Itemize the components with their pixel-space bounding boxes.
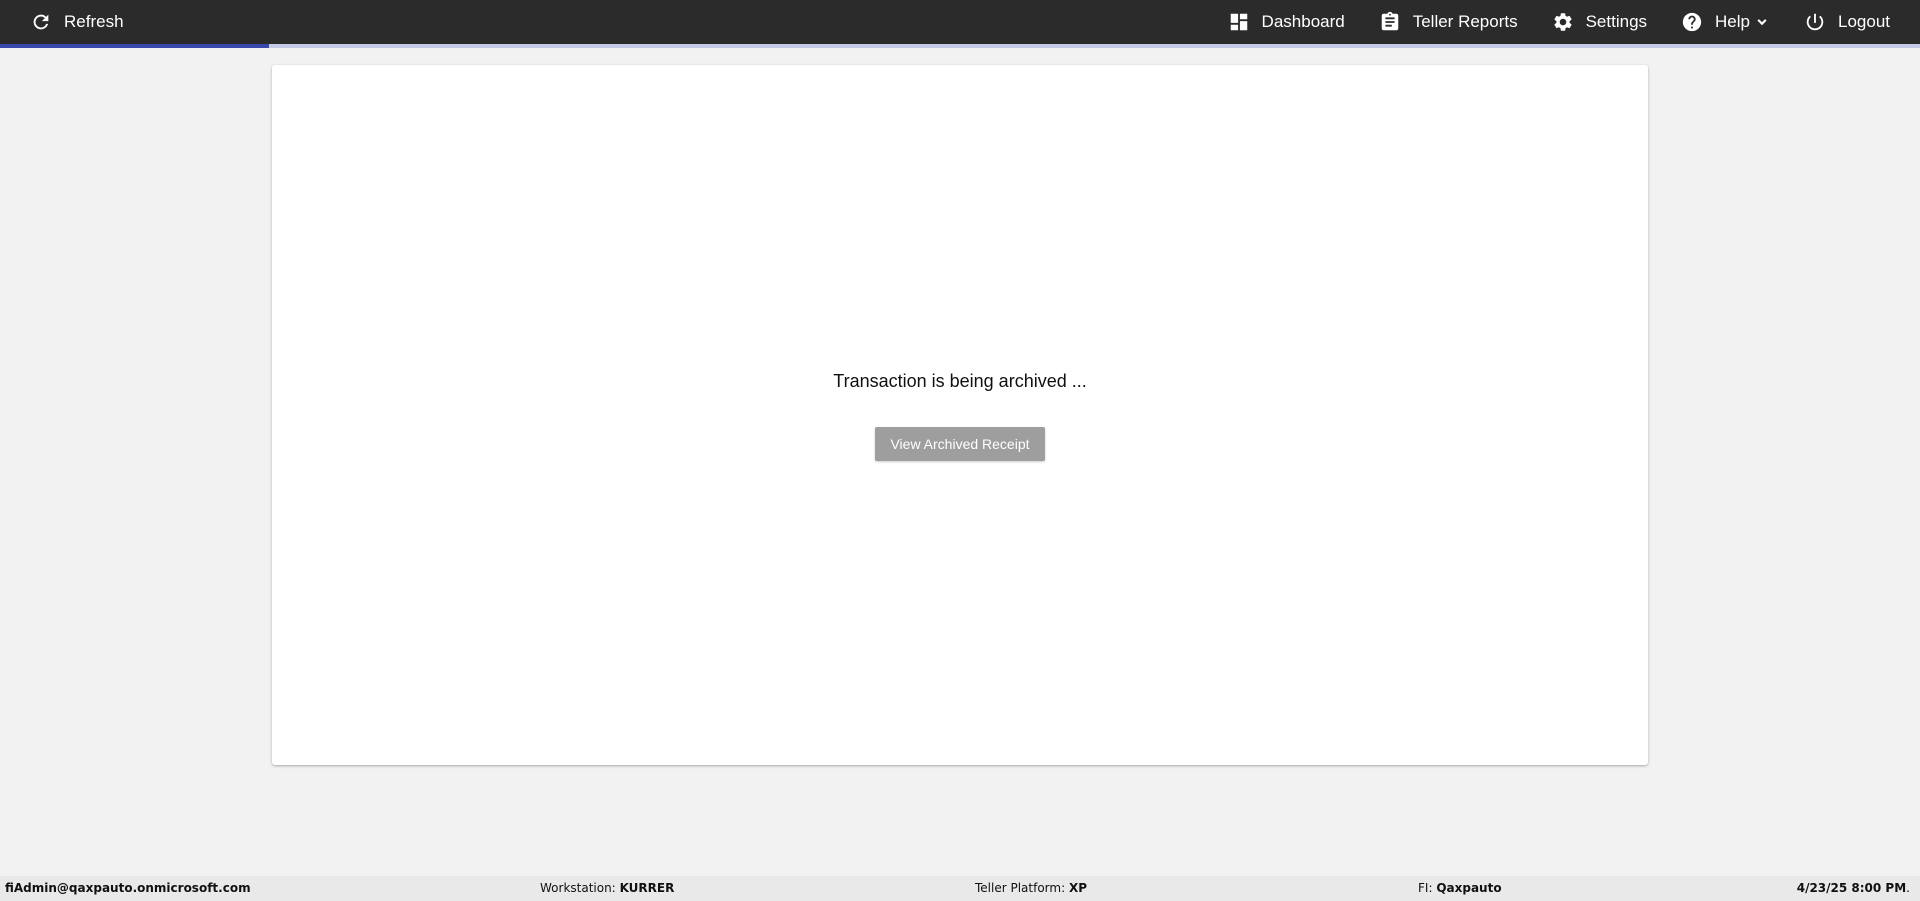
top-navigation-bar: Refresh Dashboard Teller Reports Setting… (0, 0, 1920, 44)
footer-teller-platform: Teller Platform: XP (975, 881, 1087, 895)
help-circle-icon (1681, 11, 1703, 33)
settings-link[interactable]: Settings (1552, 0, 1647, 44)
nav-right-group: Dashboard Teller Reports Settings Help L… (1194, 0, 1890, 44)
settings-label: Settings (1585, 12, 1648, 31)
logout-label: Logout (1838, 12, 1890, 31)
dashboard-link[interactable]: Dashboard (1228, 0, 1345, 44)
dashboard-label: Dashboard (1261, 12, 1345, 31)
footer-user: fiAdmin@qaxpauto.onmicrosoft.com (5, 881, 251, 895)
teller-reports-link[interactable]: Teller Reports (1379, 0, 1518, 44)
logout-button[interactable]: Logout (1804, 0, 1890, 44)
chevron-down-icon (1754, 14, 1770, 30)
clipboard-icon (1379, 11, 1401, 33)
power-icon (1804, 11, 1826, 33)
loading-progress-bar (0, 44, 1920, 48)
archive-status-message: Transaction is being archived ... (833, 371, 1087, 391)
status-footer: fiAdmin@qaxpauto.onmicrosoft.com Worksta… (0, 876, 1920, 901)
archive-status-panel: Transaction is being archived ... View A… (272, 65, 1648, 765)
help-label: Help (1715, 12, 1750, 31)
view-archived-receipt-button[interactable]: View Archived Receipt (875, 427, 1045, 461)
footer-fi: FI: Qaxpauto (1418, 881, 1502, 895)
gear-icon (1552, 11, 1574, 33)
teller-reports-label: Teller Reports (1412, 12, 1518, 31)
refresh-label: Refresh (64, 12, 124, 31)
nav-left-group: Refresh (30, 0, 124, 44)
dashboard-icon (1228, 11, 1250, 33)
footer-workstation: Workstation: KURRER (540, 881, 675, 895)
loading-progress-fill (0, 44, 269, 48)
refresh-icon (30, 11, 52, 33)
help-menu[interactable]: Help (1681, 0, 1770, 44)
refresh-button[interactable]: Refresh (30, 0, 124, 44)
footer-datetime: 4/23/25 8:00 PM. (1796, 881, 1910, 895)
